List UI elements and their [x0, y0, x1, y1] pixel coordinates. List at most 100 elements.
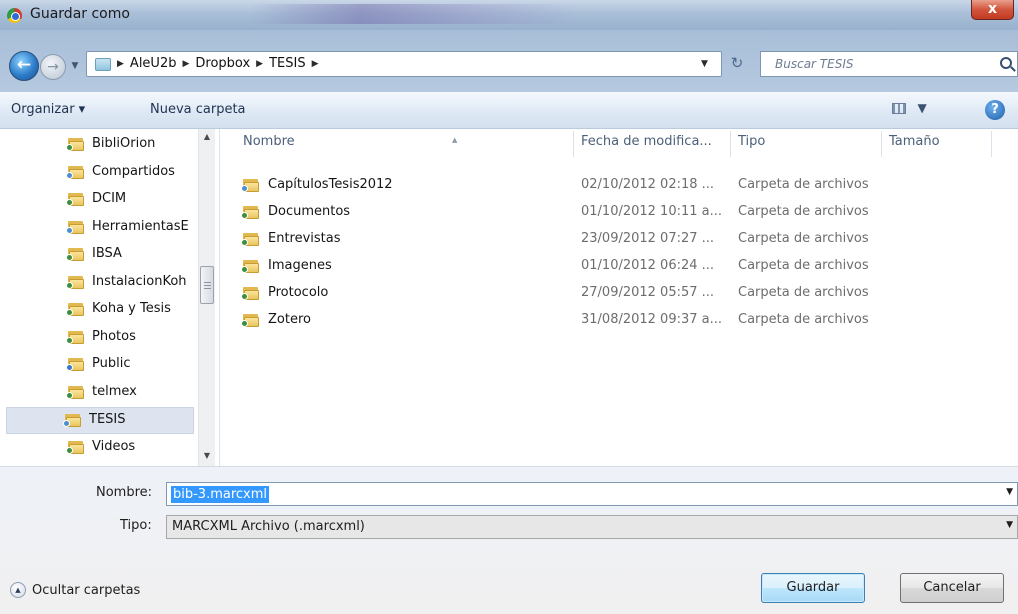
content-area: BibliOrion Compartidos DCIM HerramientasE IB… — [0, 129, 1018, 466]
nav-item-telmex[interactable]: telmex — [8, 380, 196, 407]
file-name: Documentos — [268, 204, 351, 219]
help-icon[interactable]: ? — [985, 100, 1005, 120]
nav-item-koha-y-tesis[interactable]: Koha y Tesis — [8, 297, 196, 324]
scroll-up-icon[interactable]: ▲ — [202, 132, 212, 142]
nav-item-label: TESIS — [89, 412, 126, 427]
refresh-icon[interactable]: ↻ — [724, 51, 750, 77]
column-divider[interactable] — [991, 131, 992, 157]
file-name: CapítulosTesis2012 — [268, 177, 393, 192]
search-input[interactable] — [761, 52, 981, 76]
folder-icon — [66, 165, 84, 179]
chevron-down-icon[interactable]: ▼ — [1006, 487, 1013, 497]
folder-icon — [66, 247, 84, 261]
breadcrumb: ▶ AleU2b ▶ Dropbox ▶ TESIS ▶ — [117, 56, 319, 71]
view-options-button[interactable]: ▼ — [892, 101, 952, 121]
collapse-up-icon: ▲ — [10, 582, 26, 598]
filename-value[interactable]: bib-3.marcxml — [171, 486, 270, 503]
search-icon[interactable] — [1000, 57, 1012, 69]
column-header-date[interactable]: Fecha de modifica... — [581, 134, 712, 164]
crumb-aleu2b[interactable]: AleU2b — [130, 56, 177, 71]
folder-icon — [66, 302, 84, 316]
cancel-button[interactable]: Cancelar — [900, 573, 1004, 603]
column-divider[interactable] — [881, 131, 882, 157]
nav-item-dcim[interactable]: DCIM — [8, 187, 196, 214]
recent-pages-dropdown[interactable]: ▼ — [68, 58, 82, 74]
window-title: Guardar como — [30, 6, 130, 22]
file-date: 27/09/2012 05:57 ... — [581, 285, 715, 300]
nav-item-instalacionkoh[interactable]: InstalacionKoh — [8, 270, 196, 297]
crumb-separator-icon[interactable]: ▶ — [312, 59, 319, 69]
file-row[interactable]: Documentos 01/10/2012 10:11 a... Carpeta d… — [221, 199, 1018, 225]
column-header-size[interactable]: Tamaño — [889, 134, 940, 164]
nav-item-label: Photos — [92, 328, 136, 344]
filetype-select[interactable]: MARCXML Archivo (.marcxml) ▼ — [166, 515, 1018, 539]
folder-icon — [241, 178, 259, 192]
chevron-down-icon[interactable]: ▼ — [1006, 520, 1013, 530]
nav-item-tesis[interactable]: TESIS — [6, 407, 194, 434]
crumb-dropbox[interactable]: Dropbox — [195, 56, 250, 71]
crumb-separator-icon[interactable]: ▶ — [117, 59, 124, 69]
file-row[interactable]: Protocolo 27/09/2012 05:57 ... Carpeta de … — [221, 280, 1018, 306]
folder-icon — [66, 385, 84, 399]
close-button[interactable]: x — [971, 0, 1014, 20]
nav-item-label: DCIM — [92, 191, 127, 206]
nav-item-label: Compartidos — [92, 163, 175, 179]
filename-field[interactable]: bib-3.marcxml ▼ — [166, 482, 1018, 506]
file-name: Zotero — [268, 312, 311, 327]
file-row[interactable]: Entrevistas 23/09/2012 07:27 ... Carpeta d… — [221, 226, 1018, 252]
scroll-down-icon[interactable]: ▼ — [202, 451, 212, 461]
title-bar: Guardar como x — [0, 0, 1018, 30]
nav-item-herramientase[interactable]: HerramientasE — [8, 215, 196, 242]
file-row[interactable]: Imagenes 01/10/2012 06:24 ... Carpeta de a… — [221, 253, 1018, 279]
back-arrow-icon[interactable]: ← — [9, 51, 39, 81]
column-divider[interactable] — [730, 131, 731, 157]
nav-item-label: telmex — [92, 383, 137, 399]
nav-item-bibliorion[interactable]: BibliOrion — [8, 132, 196, 159]
search-box[interactable] — [760, 51, 1018, 77]
nav-item-photos[interactable]: Photos — [8, 325, 196, 352]
file-row[interactable]: CapítulosTesis2012 02/10/2012 02:18 ... Ca… — [221, 172, 1018, 198]
folder-icon — [66, 330, 84, 344]
nav-scrollbar[interactable]: ▲ ▼ — [198, 129, 215, 466]
crumb-separator-icon[interactable]: ▶ — [182, 59, 189, 69]
folder-icon — [66, 275, 84, 289]
file-type: Carpeta de archivos — [738, 258, 869, 273]
folder-icon — [241, 232, 259, 246]
title-bar-blur — [250, 4, 580, 24]
nav-item-videos[interactable]: Videos — [8, 435, 196, 462]
folder-icon — [66, 357, 84, 371]
hide-folders-label: Ocultar carpetas — [32, 582, 141, 598]
save-form: Nombre: bib-3.marcxml ▼ Tipo: MARCXML Ar… — [0, 466, 1018, 614]
column-divider[interactable] — [573, 131, 574, 157]
filename-label: Nombre: — [96, 485, 153, 500]
crumb-separator-icon[interactable]: ▶ — [256, 59, 263, 69]
address-bar[interactable]: ▶ AleU2b ▶ Dropbox ▶ TESIS ▶ ▼ — [86, 51, 722, 77]
toolbar: Organizar ▾ Nueva carpeta ▼ ? — [0, 92, 1018, 129]
scroll-thumb[interactable] — [200, 266, 214, 304]
nav-item-public[interactable]: Public — [8, 352, 196, 379]
nav-item-compartidos[interactable]: Compartidos — [8, 160, 196, 187]
nav-item-label: Videos — [92, 438, 136, 454]
forward-arrow-icon[interactable]: → — [40, 54, 66, 80]
column-header-type[interactable]: Tipo — [738, 134, 765, 164]
hide-folders-button[interactable]: ▲ Ocultar carpetas — [10, 582, 140, 598]
crumb-tesis[interactable]: TESIS — [269, 56, 306, 71]
address-history-dropdown[interactable]: ▼ — [701, 59, 708, 69]
file-name: Entrevistas — [268, 231, 341, 246]
folder-icon — [241, 205, 259, 219]
nav-item-label: InstalacionKoh — [92, 273, 187, 289]
folder-icon — [241, 313, 259, 327]
file-row[interactable]: Zotero 31/08/2012 09:37 a... Carpeta de ar… — [221, 307, 1018, 333]
nav-item-ibsa[interactable]: IBSA — [8, 242, 196, 269]
chevron-down-icon: ▼ — [909, 101, 927, 115]
folder-icon — [66, 220, 84, 234]
file-type: Carpeta de archivos — [738, 177, 869, 192]
save-button[interactable]: Guardar — [761, 573, 865, 603]
nav-item-label: IBSA — [92, 246, 122, 261]
column-header-name[interactable]: Nombre — [243, 134, 295, 164]
nav-item-label: BibliOrion — [92, 136, 156, 151]
file-type: Carpeta de archivos — [738, 204, 869, 219]
organize-button[interactable]: Organizar ▾ — [11, 102, 85, 117]
sort-ascending-icon: ▲ — [452, 136, 458, 144]
new-folder-button[interactable]: Nueva carpeta — [150, 102, 246, 117]
